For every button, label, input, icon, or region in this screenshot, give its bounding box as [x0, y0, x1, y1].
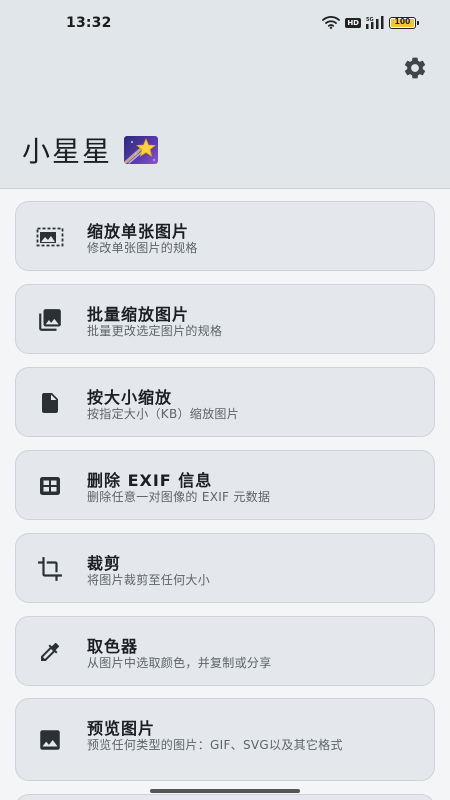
list-item-subtitle: 修改单张图片的规格: [87, 241, 198, 255]
list-item-resize-single[interactable]: 缩放单张图片 修改单张图片的规格: [15, 201, 435, 271]
app-title: 小星星: [22, 135, 113, 168]
list-item-subtitle: 将图片裁剪至任何大小: [87, 573, 211, 587]
gear-icon: [402, 55, 428, 85]
image-icon: [36, 726, 64, 754]
list-item-title: 按大小缩放: [87, 388, 173, 407]
battery-tip: [417, 21, 419, 25]
settings-button[interactable]: [400, 55, 430, 85]
signal-icon: 5G: [366, 14, 384, 33]
battery-label: 100: [394, 17, 411, 26]
list-item-partial[interactable]: [15, 794, 435, 800]
status-bar: 13:32 HD 5G 100: [0, 0, 450, 46]
list-item-title: 批量缩放图片: [87, 305, 190, 324]
wifi-icon: [322, 14, 341, 33]
shooting-star-icon: [124, 136, 159, 164]
list-item-subtitle: 批量更改选定图片的规格: [87, 324, 223, 338]
status-icons: HD 5G 100: [322, 14, 419, 33]
list-item-preview[interactable]: 预览图片 预览任何类型的图片：GIF、SVG以及其它格式: [15, 698, 435, 781]
list-item-title: 预览图片: [87, 719, 156, 738]
app-header: 13:32 HD 5G 100 小星星: [0, 0, 450, 189]
list-item-title: 缩放单张图片: [87, 222, 190, 241]
grid-icon: [36, 472, 64, 500]
hd-icon: HD: [345, 18, 361, 28]
eyedropper-icon: [36, 638, 64, 666]
list-item-subtitle: 预览任何类型的图片：GIF、SVG以及其它格式: [87, 738, 343, 752]
list-item-resize-by-size[interactable]: 按大小缩放 按指定大小（KB）缩放图片: [15, 367, 435, 437]
home-indicator[interactable]: [150, 789, 300, 793]
list-item-title: 取色器: [87, 637, 139, 656]
list-item-subtitle: 从图片中选取颜色，并复制或分享: [87, 656, 272, 670]
list-item-title: 裁剪: [87, 554, 122, 573]
battery-icon: 100: [389, 17, 419, 29]
list-item-subtitle: 按指定大小（KB）缩放图片: [87, 407, 240, 421]
photo-library-icon: [36, 306, 64, 334]
list-item-crop[interactable]: 裁剪 将图片裁剪至任何大小: [15, 533, 435, 603]
file-icon: [36, 389, 64, 417]
status-time: 13:32: [66, 15, 112, 31]
list-item-batch-resize[interactable]: 批量缩放图片 批量更改选定图片的规格: [15, 284, 435, 354]
list-item-color-picker[interactable]: 取色器 从图片中选取颜色，并复制或分享: [15, 616, 435, 686]
crop-icon: [36, 555, 64, 583]
list-item-subtitle: 删除任意一对图像的 EXIF 元数据: [87, 490, 271, 504]
app-title-row: 小星星: [22, 132, 159, 168]
list-item-title: 删除 EXIF 信息: [87, 471, 213, 490]
resize-image-icon: [36, 223, 64, 251]
list-item-delete-exif[interactable]: 删除 EXIF 信息 删除任意一对图像的 EXIF 元数据: [15, 450, 435, 520]
